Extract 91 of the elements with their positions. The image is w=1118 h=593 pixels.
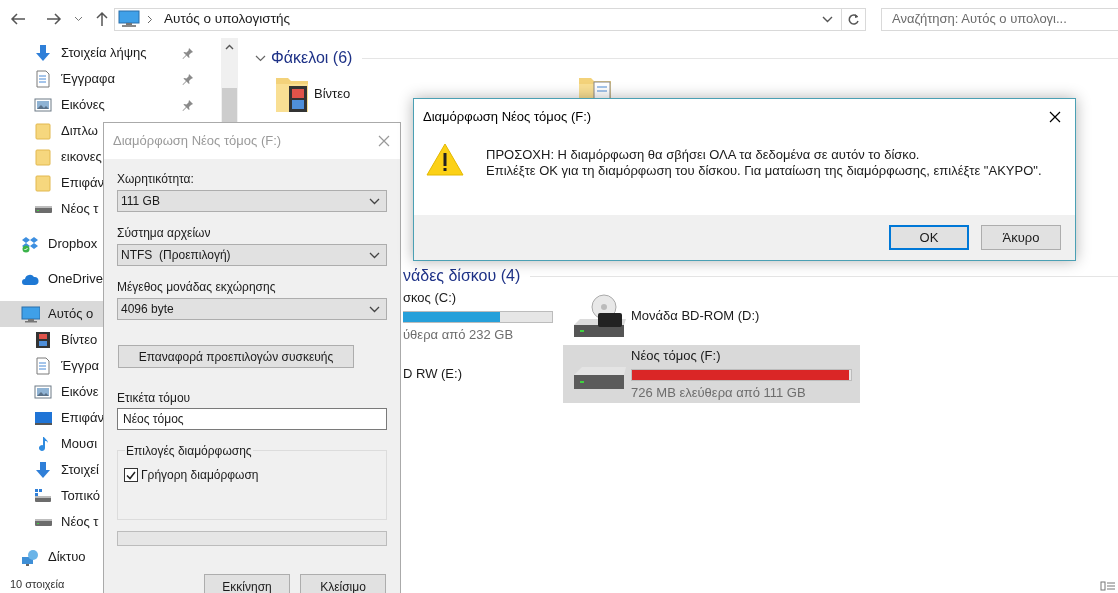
- dialog-button[interactable]: Κλείσιμο: [300, 574, 386, 593]
- dialog-title: Διαμόρφωση Νέος τόμος (F:): [113, 132, 282, 151]
- computer-icon: [118, 10, 140, 28]
- folder-icon: [34, 122, 53, 140]
- up-arrow-icon[interactable]: [95, 11, 109, 27]
- folder-label[interactable]: Βίντεο: [314, 84, 351, 104]
- refresh-button[interactable]: [842, 7, 867, 31]
- drive-icon: [35, 205, 52, 213]
- sidebar-item[interactable]: Dropbox: [0, 231, 103, 257]
- drive-tile[interactable]: Νέος τόμος (F:) 726 MB ελεύθερα από 111 GB: [563, 345, 860, 403]
- music-note-icon: [38, 436, 49, 452]
- sidebar-item[interactable]: Επιφάν: [0, 170, 103, 196]
- checkbox[interactable]: [124, 468, 138, 482]
- sidebar-item[interactable]: Εικόνε: [0, 379, 103, 405]
- drive-label[interactable]: σκος (C:): [403, 288, 553, 308]
- drive-tile[interactable]: σκος (C:) ύθερα από 232 GB: [403, 287, 563, 345]
- sidebar-item[interactable]: Τοπικό: [0, 483, 103, 509]
- sidebar-item[interactable]: Έγγρα: [0, 353, 103, 379]
- picture-icon: [34, 383, 53, 401]
- sidebar-item[interactable]: OneDrive: [0, 266, 103, 292]
- checkmark-icon: [126, 470, 136, 480]
- system-drive-icon: [34, 487, 53, 505]
- sidebar-item[interactable]: Μουσι: [0, 431, 103, 457]
- network-globe-icon: [21, 548, 40, 566]
- dropdown-chevron-icon[interactable]: [822, 15, 834, 23]
- folder-icon: [34, 174, 53, 192]
- sidebar-item[interactable]: Εικόνες: [0, 92, 220, 118]
- dialog-title: Διαμόρφωση Νέος τόμος (F:): [423, 108, 592, 127]
- field-label: Χωρητικότητα:: [117, 171, 195, 187]
- collapse-chevron-icon[interactable]: [255, 54, 266, 62]
- status-item-count: 10 στοιχεία: [10, 576, 65, 592]
- address-bar[interactable]: Αυτός ο υπολογιστής: [114, 7, 843, 31]
- sidebar-item[interactable]: Στοιχεί: [0, 457, 103, 483]
- sidebar-item[interactable]: Νέος τ: [0, 509, 103, 535]
- dropdown-chevron-icon: [369, 251, 380, 259]
- download-arrow-icon: [34, 461, 53, 479]
- sidebar-item[interactable]: Αυτός ο: [0, 301, 103, 327]
- drive-tile[interactable]: D RW (E:): [403, 345, 563, 403]
- dropdown-chevron-icon: [369, 197, 380, 205]
- chevron-right-icon: [147, 14, 153, 24]
- dropdown[interactable]: 4096 byte: [117, 298, 387, 320]
- warning-message: Επιλέξτε ΟΚ για τη διαμόρφωση του δίσκου. Για ματαίωση της διαμόρφωσης, επιλέξτε "ΑΚΥΡΟ".: [486, 163, 1043, 179]
- sidebar-item[interactable]: Έγγραφα: [0, 66, 220, 92]
- dropdown-chevron-icon: [369, 305, 380, 313]
- dialog-button[interactable]: OK: [889, 225, 969, 250]
- dropbox-icon: [21, 235, 40, 253]
- dropdown[interactable]: NTFS (Προεπιλογή): [117, 244, 387, 266]
- film-strip-icon: [34, 331, 53, 349]
- document-icon: [34, 70, 53, 88]
- sidebar-item[interactable]: Βίντεο: [0, 327, 103, 353]
- drive-label[interactable]: Νέος τόμος (F:): [631, 346, 852, 366]
- document-icon: [34, 357, 53, 375]
- caret-icon[interactable]: [74, 16, 83, 22]
- refresh-icon: [847, 12, 861, 26]
- field-label: Μέγεθος μονάδας εκχώρησης: [117, 279, 277, 295]
- section-heading[interactable]: Φάκελοι (6): [271, 46, 353, 70]
- group-title: Επιλογές διαμόρφωσης: [125, 442, 253, 460]
- sidebar-item[interactable]: Δίκτυο: [0, 544, 103, 570]
- sidebar-item[interactable]: Διπλω: [0, 118, 103, 144]
- field-label: Σύστημα αρχείων: [117, 225, 212, 241]
- drive-tile[interactable]: Μονάδα BD-ROM (D:): [563, 287, 860, 345]
- sidebar-item[interactable]: Επιφάν: [0, 405, 103, 431]
- dialog-button[interactable]: Άκυρο: [981, 225, 1061, 250]
- drive-label[interactable]: Μονάδα BD-ROM (D:): [631, 306, 852, 326]
- volume-label-field[interactable]: Νέος τόμος: [117, 408, 387, 430]
- dialog-button[interactable]: Εκκίνηση: [204, 574, 290, 593]
- sidebar-item[interactable]: εικονες: [0, 144, 103, 170]
- warning-message: ΠΡΟΣΟΧΗ: Η διαμόρφωση θα σβήσει ΟΛΑ τα δεδομένα σε αυτόν το δίσκο.: [486, 147, 921, 163]
- download-arrow-icon: [34, 44, 53, 62]
- sidebar-item[interactable]: Στοιχεία λήψης: [0, 40, 220, 66]
- drive-label[interactable]: D RW (E:): [403, 364, 553, 384]
- quick-format-checkbox[interactable]: Γρήγορη διαμόρφωση: [124, 466, 386, 484]
- restore-defaults-button[interactable]: Επαναφορά προεπιλογών συσκευής: [118, 345, 354, 368]
- free-space-text: 726 MB ελεύθερα από 111 GB: [631, 383, 807, 402]
- drive-icon: [35, 518, 52, 526]
- free-space-text: ύθερα από 232 GB: [403, 325, 515, 344]
- view-toggle-icon[interactable]: [1100, 581, 1116, 591]
- close-icon[interactable]: [1049, 111, 1061, 123]
- computer-icon: [21, 305, 40, 323]
- search-field[interactable]: Αναζήτηση: Αυτός ο υπολογι...: [881, 7, 1118, 31]
- warning-icon: [426, 143, 464, 176]
- folder-icon: [34, 148, 53, 166]
- sidebar-item[interactable]: Νέος τ: [0, 196, 103, 222]
- address-text: Αυτός ο υπολογιστής: [164, 9, 291, 28]
- section-heading[interactable]: νάδες δίσκου (4): [403, 264, 521, 288]
- monitor-icon: [34, 409, 53, 427]
- field-label: Ετικέτα τόμου: [117, 390, 192, 405]
- forward-arrow-icon[interactable]: [46, 12, 62, 26]
- back-arrow-icon[interactable]: [10, 12, 26, 26]
- dropdown[interactable]: 111 GB: [117, 190, 387, 212]
- picture-icon: [34, 96, 53, 114]
